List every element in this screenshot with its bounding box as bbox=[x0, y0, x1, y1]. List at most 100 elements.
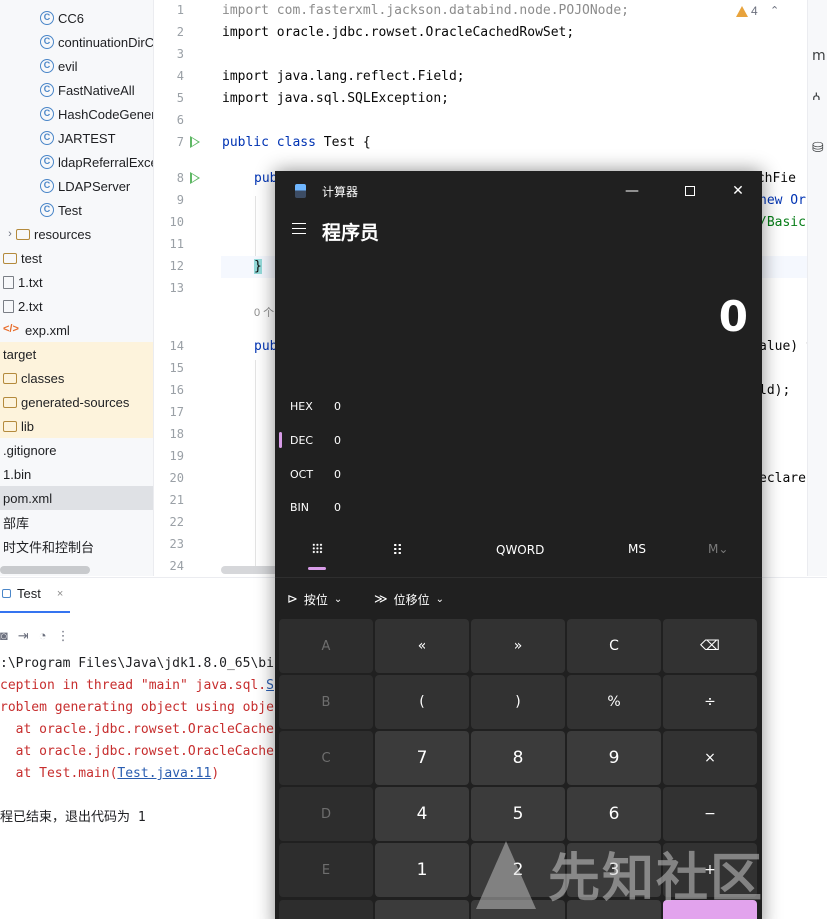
digit-8-button[interactable]: 8 bbox=[471, 731, 565, 785]
tree-item[interactable]: .gitignore bbox=[0, 438, 153, 462]
digit-1-button[interactable]: 1 bbox=[375, 843, 469, 897]
tree-item[interactable]: </> exp.xml bbox=[0, 318, 153, 342]
backspace-button[interactable]: ⌫ bbox=[663, 619, 757, 673]
logic-gate-icon: ⊳ bbox=[287, 592, 298, 607]
more-options-icon[interactable]: ⋮ bbox=[57, 628, 70, 644]
bitwise-dropdown[interactable]: ⊳ 按位 ⌄ bbox=[287, 591, 342, 608]
chevron-right-icon[interactable]: › bbox=[4, 228, 16, 240]
usages-hint[interactable]: 0 个 bbox=[254, 304, 274, 320]
close-paren-button[interactable]: ) bbox=[471, 675, 565, 729]
radix-row-bin[interactable]: BIN 0 bbox=[290, 497, 341, 517]
calculator-app-icon bbox=[295, 184, 306, 198]
java-class-icon: C bbox=[40, 179, 54, 193]
line-number: 15 bbox=[169, 361, 184, 375]
line-number: 22 bbox=[169, 515, 184, 529]
camera-icon[interactable]: ◙ bbox=[0, 628, 8, 644]
tree-item[interactable]: Cevil bbox=[0, 54, 153, 78]
run-config-icon bbox=[2, 589, 11, 598]
hex-e-button[interactable]: E bbox=[279, 843, 373, 897]
tree-item-label: 1.txt bbox=[18, 274, 43, 290]
run-class-icon[interactable] bbox=[190, 136, 200, 148]
line-number: 6 bbox=[176, 113, 184, 127]
word-size-button[interactable]: QWORD bbox=[496, 543, 544, 557]
tree-item[interactable]: CldapReferralExce bbox=[0, 150, 153, 174]
console-line: at Test.main(Test.java:11) bbox=[0, 766, 220, 781]
tree-item[interactable]: CcontinuationDirC bbox=[0, 30, 153, 54]
inspection-warnings[interactable]: 4 bbox=[736, 4, 758, 18]
tree-horizontal-scrollbar[interactable] bbox=[0, 566, 90, 574]
tree-item[interactable]: lib bbox=[0, 414, 153, 438]
bitshift-dropdown[interactable]: ≫ 位移位 ⌄ bbox=[374, 591, 444, 608]
multiply-button[interactable]: × bbox=[663, 731, 757, 785]
tree-item[interactable]: test bbox=[0, 246, 153, 270]
minimize-button[interactable]: — bbox=[617, 179, 647, 203]
line-number: 17 bbox=[169, 405, 184, 419]
database-icon[interactable]: ⛁ bbox=[812, 140, 824, 156]
line-number: 7 bbox=[176, 135, 184, 149]
lshift-button[interactable]: « bbox=[375, 619, 469, 673]
tree-item[interactable]: C LDAPServer bbox=[0, 174, 153, 198]
hamburger-menu-icon[interactable] bbox=[292, 223, 306, 234]
tree-item[interactable]: pom.xml bbox=[0, 486, 153, 510]
java-class-icon: C bbox=[40, 155, 54, 169]
radix-row-dec[interactable]: DEC 0 bbox=[290, 430, 341, 450]
tree-item[interactable]: C Test bbox=[0, 198, 153, 222]
tree-item-label: JARTEST bbox=[58, 130, 116, 146]
memory-store-button[interactable]: MS bbox=[628, 542, 646, 556]
hex-a-button[interactable]: A bbox=[279, 619, 373, 673]
tool-window-icon[interactable]: m bbox=[812, 48, 826, 64]
restore-layout-icon[interactable]: ⇥ bbox=[18, 628, 29, 644]
radix-row-hex[interactable]: HEX 0 bbox=[290, 396, 341, 416]
tree-item[interactable]: C JARTEST bbox=[0, 126, 153, 150]
tree-item[interactable]: generated-sources bbox=[0, 390, 153, 414]
hex-b-button[interactable]: B bbox=[279, 675, 373, 729]
tree-item[interactable]: 部库 bbox=[0, 510, 153, 534]
divide-button[interactable]: ÷ bbox=[663, 675, 757, 729]
tree-item[interactable]: classes bbox=[0, 366, 153, 390]
memory-dropdown-button[interactable]: M⌄ bbox=[708, 542, 728, 556]
console-line: ception in thread "main" java.sql.S bbox=[0, 678, 274, 693]
digit-7-button[interactable]: 7 bbox=[375, 731, 469, 785]
tree-item[interactable]: 时文件和控制台 bbox=[0, 534, 153, 558]
gauge-icon[interactable]: ◔ bbox=[39, 628, 47, 644]
digit-4-button[interactable]: 4 bbox=[375, 787, 469, 841]
rshift-button[interactable]: » bbox=[471, 619, 565, 673]
digit-9-button[interactable]: 9 bbox=[567, 731, 661, 785]
tool-window-icon[interactable]: ꭅ bbox=[812, 86, 821, 105]
right-tool-strip: m ꭅ ⛁ bbox=[807, 0, 827, 576]
tree-item-label: 部库 bbox=[3, 515, 30, 531]
tree-item[interactable]: C HashCodeGener bbox=[0, 102, 153, 126]
tree-item[interactable]: 2.txt bbox=[0, 294, 153, 318]
code-line-8: pub bbox=[254, 171, 278, 186]
bit-toggle-keypad-icon[interactable] bbox=[393, 543, 402, 555]
tree-item[interactable]: 1.txt bbox=[0, 270, 153, 294]
tree-item-label: .gitignore bbox=[3, 442, 57, 458]
percent-button[interactable]: % bbox=[567, 675, 661, 729]
code-line-20-tail: eclare bbox=[759, 471, 806, 486]
hex-c-button[interactable]: C bbox=[279, 731, 373, 785]
clear-button[interactable]: C bbox=[567, 619, 661, 673]
close-icon[interactable]: × bbox=[57, 588, 63, 600]
tree-item-label: ldapReferralExce bbox=[58, 154, 153, 170]
tree-item[interactable]: 1.bin bbox=[0, 462, 153, 486]
chevron-up-icon[interactable]: ⌃ bbox=[770, 4, 779, 17]
keypad-key-partial[interactable] bbox=[375, 900, 469, 919]
calculator-titlebar[interactable]: 计算器 — ✕ bbox=[275, 171, 762, 211]
tree-item[interactable]: C FastNativeAll bbox=[0, 78, 153, 102]
radix-row-oct[interactable]: OCT 0 bbox=[290, 464, 341, 484]
hex-d-button[interactable]: D bbox=[279, 787, 373, 841]
close-button[interactable]: ✕ bbox=[723, 179, 753, 203]
open-paren-button[interactable]: ( bbox=[375, 675, 469, 729]
run-main-icon[interactable] bbox=[190, 172, 200, 184]
full-keypad-icon[interactable] bbox=[312, 543, 323, 554]
maximize-button[interactable] bbox=[675, 179, 705, 203]
tree-item[interactable]: › resources bbox=[0, 222, 153, 246]
keypad-key-partial[interactable] bbox=[279, 900, 373, 919]
editor-horizontal-scrollbar[interactable] bbox=[221, 566, 281, 574]
tree-item[interactable]: C CC6 bbox=[0, 6, 153, 30]
tree-item[interactable]: target bbox=[0, 342, 153, 366]
line-number: 14 bbox=[169, 339, 184, 353]
text-file-icon bbox=[3, 299, 14, 313]
run-tab-test[interactable]: Test × bbox=[0, 586, 63, 601]
stacktrace-link[interactable]: Test.java:11 bbox=[117, 766, 211, 781]
